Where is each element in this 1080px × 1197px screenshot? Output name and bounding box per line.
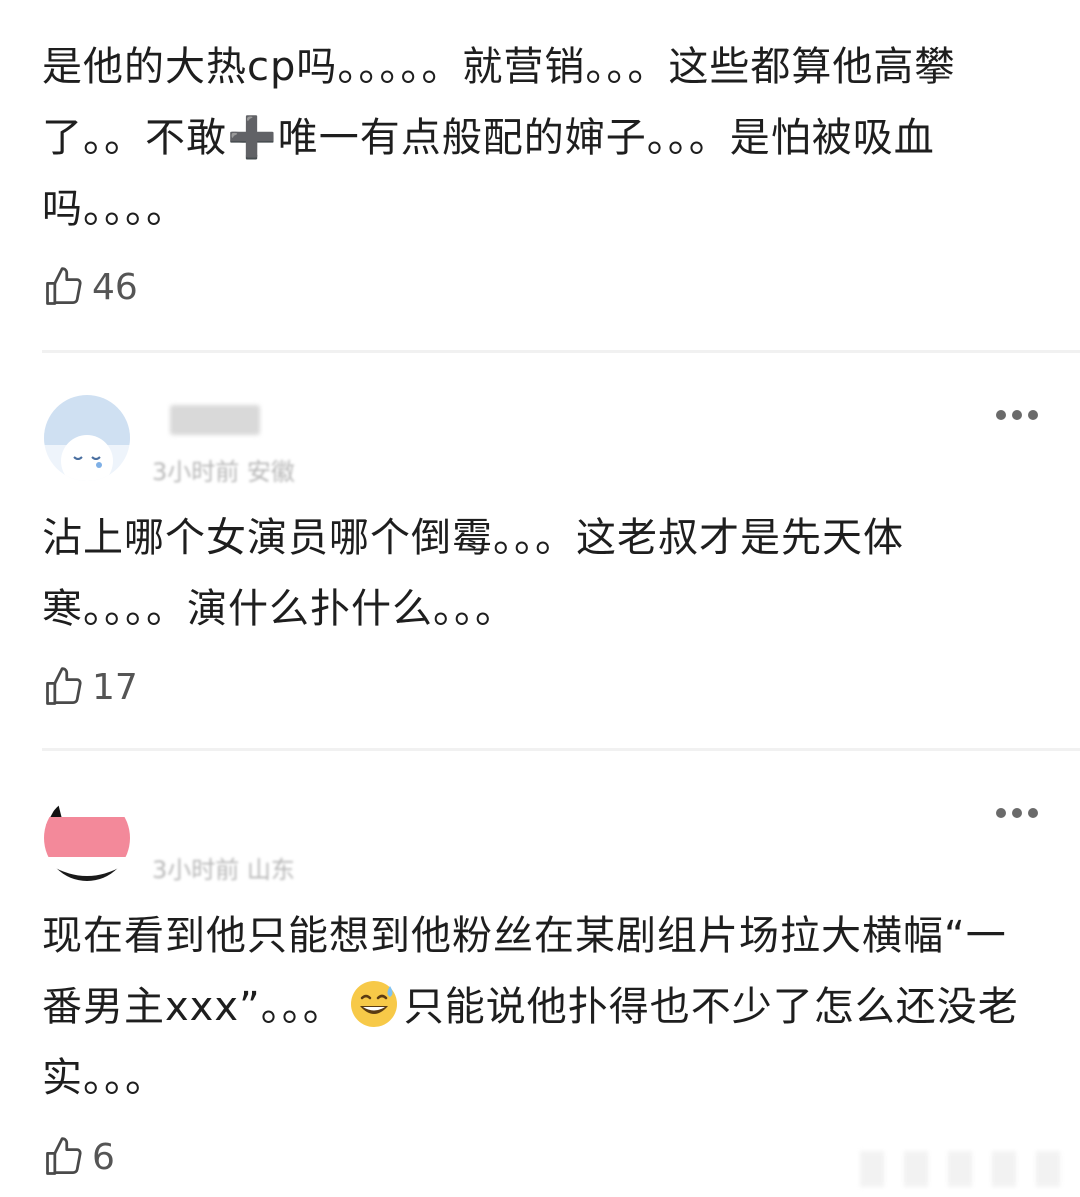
comment-3-text: 现在看到他只能想到他粉丝在某剧组片场拉大横幅“一番男主xxx”。。。 只能说他扑… xyxy=(42,901,1032,1114)
comment-meta: 3小时前 安徽 xyxy=(152,458,295,486)
watermark xyxy=(860,1151,1070,1187)
thumbs-up-icon xyxy=(46,1137,82,1175)
comment-2-like-button[interactable]: 17 xyxy=(42,662,138,712)
comment-2-like-count: 17 xyxy=(92,666,138,708)
avatar[interactable] xyxy=(44,795,130,881)
avatar[interactable] xyxy=(44,395,130,481)
comment-3-like-count: 6 xyxy=(92,1136,115,1178)
comment-1-like-count: 46 xyxy=(92,266,138,308)
thumbs-up-icon xyxy=(46,667,82,705)
comment-1-like-button[interactable]: 46 xyxy=(42,262,138,312)
username[interactable] xyxy=(170,405,260,435)
thumbs-up-icon xyxy=(46,267,82,305)
divider xyxy=(42,748,1080,751)
more-options-button[interactable] xyxy=(996,408,1038,422)
comment-2-text: 沾上哪个女演员哪个倒霉。。。这老叔才是先天体寒。。。。演什么扑什么。。。 xyxy=(42,515,904,632)
comment-meta: 3小时前 山东 xyxy=(152,856,295,884)
more-dots-icon xyxy=(996,808,1006,818)
more-options-button[interactable] xyxy=(996,806,1038,820)
sweat-smile-emoji xyxy=(350,981,397,1027)
divider xyxy=(42,350,1080,353)
more-dots-icon xyxy=(996,410,1006,420)
comment-1-text: 是他的大热cp吗。。。。。就营销。。。这些都算他高攀了。。不敢➕唯一有点般配的婶… xyxy=(42,44,956,232)
comment-3-like-button[interactable]: 6 xyxy=(42,1132,115,1182)
